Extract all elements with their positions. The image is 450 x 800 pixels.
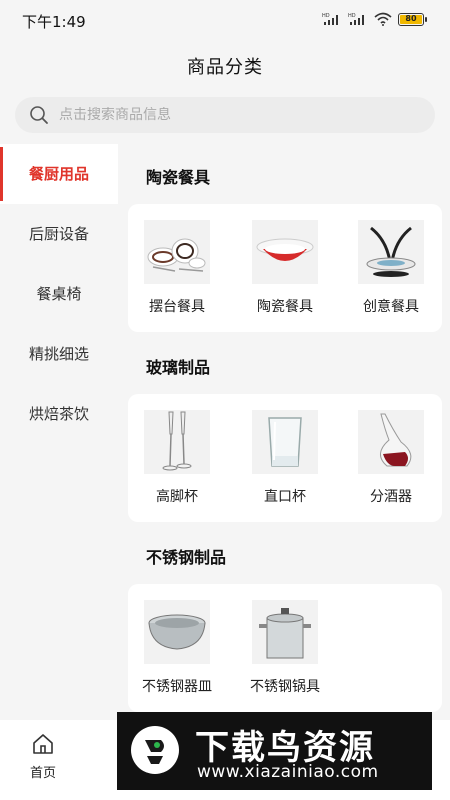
product-name: 分酒器 bbox=[370, 489, 412, 505]
product-name: 不锈钢器皿 bbox=[142, 679, 212, 695]
section-title-stainless: 不锈钢制品 bbox=[146, 548, 227, 567]
product-image-plates bbox=[144, 220, 210, 284]
page-title: 商品分类 bbox=[187, 57, 263, 78]
product-name: 陶瓷餐具 bbox=[257, 299, 313, 315]
wifi-icon bbox=[374, 12, 392, 26]
section-title-glass: 玻璃制品 bbox=[146, 358, 211, 377]
svg-text:HD: HD bbox=[322, 13, 330, 19]
product-card-glass: 高脚杯 直口杯 分酒器 bbox=[128, 394, 442, 522]
section-title-ceramic: 陶瓷餐具 bbox=[146, 168, 211, 187]
product-item[interactable]: 创意餐具 bbox=[346, 220, 436, 316]
product-item[interactable]: 摆台餐具 bbox=[132, 220, 222, 316]
product-image-tumbler bbox=[252, 410, 318, 474]
sidebar-item-label: 餐厨用品 bbox=[28, 165, 89, 183]
battery-level: 80 bbox=[400, 14, 422, 24]
product-card-stainless: 不锈钢器皿 不锈钢锅具 bbox=[128, 584, 442, 712]
product-item[interactable]: 陶瓷餐具 bbox=[240, 220, 330, 316]
watermark-url: www.xiazainiao.com bbox=[197, 762, 379, 782]
product-item[interactable]: 高脚杯 bbox=[132, 410, 222, 506]
product-name: 摆台餐具 bbox=[149, 299, 205, 315]
sidebar-item-label: 精挑细选 bbox=[28, 345, 89, 363]
hd-signal-icon: HD bbox=[348, 13, 364, 25]
product-name: 高脚杯 bbox=[156, 489, 198, 505]
product-image-ceramic-plate bbox=[252, 220, 318, 284]
status-icons: HD HD 80 bbox=[322, 12, 427, 26]
product-image-goblet bbox=[144, 410, 210, 474]
product-item[interactable]: 分酒器 bbox=[346, 410, 436, 506]
search-bar bbox=[0, 92, 450, 144]
product-item[interactable]: 不锈钢锅具 bbox=[240, 600, 330, 696]
product-name: 直口杯 bbox=[264, 489, 306, 505]
bird-logo-icon bbox=[131, 726, 179, 774]
sidebar-item-label: 烘焙茶饮 bbox=[28, 405, 89, 423]
product-card-ceramic: 摆台餐具 陶瓷餐具 创意餐具 bbox=[128, 204, 442, 332]
sidebar-item-selected[interactable]: 精挑细选 bbox=[0, 324, 118, 384]
product-item[interactable]: 直口杯 bbox=[240, 410, 330, 506]
product-name: 不锈钢锅具 bbox=[250, 679, 320, 695]
header: 商品分类 bbox=[0, 40, 450, 92]
hd-signal-icon: HD bbox=[322, 13, 338, 25]
product-image-stockpot bbox=[252, 600, 318, 664]
category-content: 陶瓷餐具 摆台餐具 陶瓷餐具 创意餐具 玻璃制品 高脚杯 直口杯 分酒器 不锈钢… bbox=[118, 144, 450, 720]
tab-home-label: 首页 bbox=[29, 766, 56, 781]
category-sidebar: 餐厨用品 后厨设备 餐桌椅 精挑细选 烘焙茶饮 bbox=[0, 144, 118, 720]
battery-icon: 80 bbox=[398, 12, 427, 26]
home-icon bbox=[33, 734, 53, 754]
sidebar-item-bakery-tea[interactable]: 烘焙茶饮 bbox=[0, 384, 118, 444]
status-time: 下午1:49 bbox=[22, 13, 86, 31]
sidebar-item-label: 餐桌椅 bbox=[36, 285, 82, 303]
sidebar-item-tables-chairs[interactable]: 餐桌椅 bbox=[0, 264, 118, 324]
svg-text:HD: HD bbox=[348, 13, 356, 19]
status-bar: 下午1:49 HD HD 80 bbox=[0, 0, 450, 40]
product-image-creative-plate bbox=[358, 220, 424, 284]
search-input[interactable] bbox=[59, 107, 399, 123]
product-item[interactable]: 不锈钢器皿 bbox=[132, 600, 222, 696]
watermark-banner: 下载鸟资源 www.xiazainiao.com bbox=[117, 712, 432, 790]
sidebar-item-label: 后厨设备 bbox=[28, 225, 89, 243]
product-image-basin bbox=[144, 600, 210, 664]
sidebar-item-kitchenware[interactable]: 餐厨用品 bbox=[0, 144, 118, 204]
search-icon[interactable] bbox=[29, 105, 49, 125]
search-box[interactable] bbox=[15, 97, 435, 133]
tab-home[interactable]: 首页 bbox=[18, 732, 68, 781]
product-name: 创意餐具 bbox=[363, 299, 419, 315]
product-image-decanter bbox=[358, 410, 424, 474]
sidebar-item-kitchen-equipment[interactable]: 后厨设备 bbox=[0, 204, 118, 264]
